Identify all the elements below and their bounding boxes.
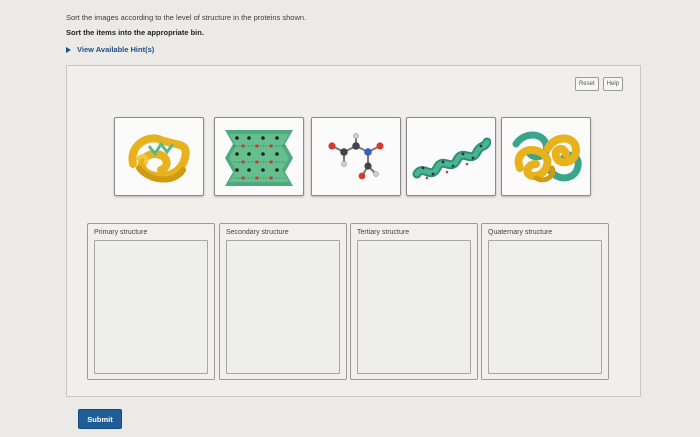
expand-triangle-icon bbox=[66, 46, 71, 53]
bin-label: Tertiary structure bbox=[357, 229, 410, 236]
protein-quaternary-complex-icon bbox=[512, 131, 582, 182]
alpha-helix-icon bbox=[412, 137, 491, 179]
help-button[interactable]: Help bbox=[602, 77, 623, 91]
hints-label: View Available Hint(s) bbox=[77, 45, 155, 54]
amino-acid-chain-icon bbox=[328, 132, 384, 179]
bin-tertiary-structure[interactable]: Tertiary structure bbox=[350, 223, 478, 380]
reset-button[interactable]: Reset bbox=[574, 77, 599, 91]
draggable-tile-3[interactable] bbox=[311, 117, 401, 196]
drop-zone[interactable] bbox=[94, 240, 208, 374]
bin-label: Secondary structure bbox=[226, 229, 289, 236]
draggable-tile-2[interactable] bbox=[214, 117, 304, 196]
sorting-panel: Reset Help Primary structure Secondary s… bbox=[66, 65, 641, 397]
drop-zone[interactable] bbox=[488, 240, 602, 374]
view-hints-link[interactable]: View Available Hint(s) bbox=[66, 45, 154, 54]
drop-zone[interactable] bbox=[357, 240, 471, 374]
bin-quaternary-structure[interactable]: Quaternary structure bbox=[481, 223, 609, 380]
bin-primary-structure[interactable]: Primary structure bbox=[87, 223, 215, 380]
sort-instruction: Sort the items into the appropriate bin. bbox=[66, 28, 204, 37]
bin-label: Quaternary structure bbox=[488, 229, 553, 236]
draggable-tile-1[interactable] bbox=[114, 117, 204, 196]
beta-sheet-icon bbox=[225, 129, 293, 186]
drop-zone[interactable] bbox=[226, 240, 340, 374]
protein-tertiary-fold-icon bbox=[128, 134, 190, 182]
draggable-tile-4[interactable] bbox=[406, 117, 496, 196]
bin-secondary-structure[interactable]: Secondary structure bbox=[219, 223, 347, 380]
submit-button[interactable]: Submit bbox=[78, 409, 122, 429]
draggable-tile-5[interactable] bbox=[501, 117, 591, 196]
question-text: Sort the images according to the level o… bbox=[66, 13, 307, 22]
bin-label: Primary structure bbox=[94, 229, 148, 236]
